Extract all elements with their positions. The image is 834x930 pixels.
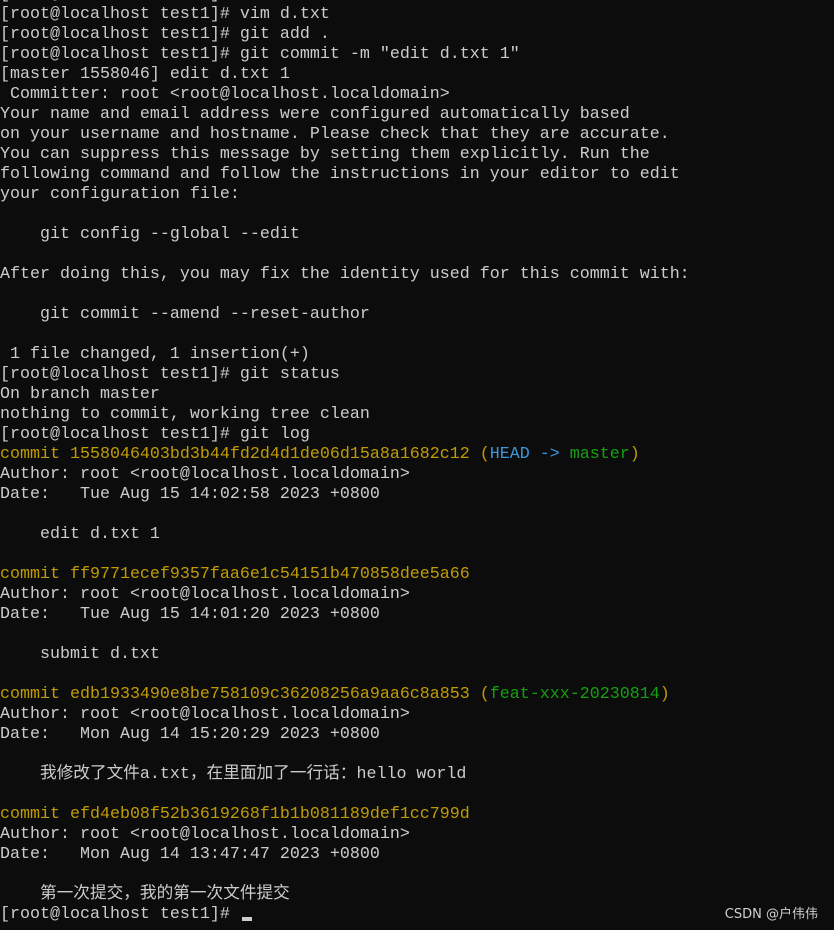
terminal-text: After doing this, you may fix the identi…	[0, 265, 690, 284]
watermark: CSDN @户伟伟	[724, 907, 818, 922]
terminal-line: After doing this, you may fix the identi…	[0, 265, 690, 285]
terminal-text: commit edb1933490e8be758109c36208256a9aa…	[0, 685, 490, 704]
terminal-text: git config --global --edit	[0, 225, 300, 244]
terminal-line: Date: Mon Aug 14 13:47:47 2023 +0800	[0, 845, 690, 865]
terminal-text: Date: Mon Aug 14 15:20:29 2023 +0800	[0, 725, 380, 744]
terminal-text: [root@localhost test1]# vim d.txt	[0, 5, 330, 24]
terminal-line: git config --global --edit	[0, 225, 690, 245]
terminal-line: commit efd4eb08f52b3619268f1b1b081189def…	[0, 805, 690, 825]
terminal-text: [root@localhost test1]# git add .	[0, 25, 330, 44]
terminal-text: [root@localhost test1]#	[0, 905, 240, 924]
terminal-text: 第一次提交，我的第一次文件提交	[0, 885, 290, 904]
terminal-text: nothing to commit, working tree clean	[0, 405, 370, 424]
terminal-line: [root@localhost test1]# git commit -m "e…	[0, 45, 690, 65]
terminal-text: )	[629, 445, 640, 464]
terminal-line: Author: root <root@localhost.localdomain…	[0, 705, 690, 725]
terminal-text: master	[569, 445, 630, 464]
terminal-line: on your username and hostname. Please ch…	[0, 125, 690, 145]
terminal-line: [root@localhost test1]# git log	[0, 425, 690, 445]
terminal-line: your configuration file:	[0, 185, 690, 205]
terminal-line: [root@localhost test1]# git add .	[0, 25, 690, 45]
terminal-line: Author: root <root@localhost.localdomain…	[0, 825, 690, 845]
terminal-text: Date: Tue Aug 15 14:02:58 2023 +0800	[0, 485, 380, 504]
terminal-text: [root@localhost test1]# git status	[0, 365, 340, 384]
terminal-output[interactable]: [root@localhost test1]# [root@localhost …	[0, 0, 690, 925]
terminal-line: 第一次提交，我的第一次文件提交	[0, 885, 690, 905]
terminal-text: [master 1558046] edit d.txt 1	[0, 65, 290, 84]
terminal-line: You can suppress this message by setting…	[0, 145, 690, 165]
terminal-line: [root@localhost test1]# git status	[0, 365, 690, 385]
terminal-line: [root@localhost test1]#	[0, 905, 690, 925]
terminal-line: following command and follow the instruc…	[0, 165, 690, 185]
terminal-text: [root@localhost test1]# git commit -m "e…	[0, 45, 520, 64]
terminal-text: [root@localhost test1]#	[0, 0, 240, 4]
terminal-text: On branch master	[0, 385, 160, 404]
terminal-text: )	[659, 685, 670, 704]
terminal-line: Date: Mon Aug 14 15:20:29 2023 +0800	[0, 725, 690, 745]
terminal-line: On branch master	[0, 385, 690, 405]
terminal-text: submit d.txt	[0, 645, 160, 664]
terminal-text: commit 1558046403bd3b44fd2d4d1de06d15a8a…	[0, 445, 490, 464]
terminal-text: Author: root <root@localhost.localdomain…	[0, 465, 410, 484]
terminal-text: on your username and hostname. Please ch…	[0, 125, 670, 144]
terminal-text: Your name and email address were configu…	[0, 105, 630, 124]
terminal-text: [root@localhost test1]# git log	[0, 425, 310, 444]
terminal-line: commit 1558046403bd3b44fd2d4d1de06d15a8a…	[0, 445, 690, 465]
terminal-text: Author: root <root@localhost.localdomain…	[0, 585, 410, 604]
terminal-text: following command and follow the instruc…	[0, 165, 680, 184]
terminal-text: your configuration file:	[0, 185, 240, 204]
terminal-line: Committer: root <root@localhost.localdom…	[0, 85, 690, 105]
terminal-line: [master 1558046] edit d.txt 1	[0, 65, 690, 85]
terminal-text: edit d.txt 1	[0, 525, 160, 544]
terminal-text: Committer: root <root@localhost.localdom…	[0, 85, 450, 104]
terminal-text: Author: root <root@localhost.localdomain…	[0, 825, 410, 844]
terminal-text: Author: root <root@localhost.localdomain…	[0, 705, 410, 724]
terminal-text: Date: Mon Aug 14 13:47:47 2023 +0800	[0, 845, 380, 864]
terminal-line: commit edb1933490e8be758109c36208256a9aa…	[0, 685, 690, 705]
terminal-line: nothing to commit, working tree clean	[0, 405, 690, 425]
terminal-line: Date: Tue Aug 15 14:02:58 2023 +0800	[0, 485, 690, 505]
terminal-line: Author: root <root@localhost.localdomain…	[0, 585, 690, 605]
terminal-text: commit efd4eb08f52b3619268f1b1b081189def…	[0, 805, 470, 824]
terminal-text: 我修改了文件a.txt，在里面加了一行话：hello world	[0, 765, 467, 784]
terminal-line: 我修改了文件a.txt，在里面加了一行话：hello world	[0, 765, 690, 785]
terminal-text: Date: Tue Aug 15 14:01:20 2023 +0800	[0, 605, 380, 624]
terminal-text: You can suppress this message by setting…	[0, 145, 650, 164]
terminal-text: 1 file changed, 1 insertion(+)	[0, 345, 310, 364]
terminal-text: commit ff9771ecef9357faa6e1c54151b470858…	[0, 565, 470, 584]
cursor	[241, 917, 252, 921]
terminal-line: Your name and email address were configu…	[0, 105, 690, 125]
terminal-text: feat-xxx-20230814	[489, 685, 660, 704]
terminal-line: Author: root <root@localhost.localdomain…	[0, 465, 690, 485]
terminal-line: submit d.txt	[0, 645, 690, 665]
terminal-line: [root@localhost test1]# vim d.txt	[0, 5, 690, 25]
terminal-line: commit ff9771ecef9357faa6e1c54151b470858…	[0, 565, 690, 585]
terminal-line: 1 file changed, 1 insertion(+)	[0, 345, 690, 365]
terminal-text: HEAD ->	[489, 445, 570, 464]
terminal-line: Date: Tue Aug 15 14:01:20 2023 +0800	[0, 605, 690, 625]
terminal-text: git commit --amend --reset-author	[0, 305, 370, 324]
terminal-line: git commit --amend --reset-author	[0, 305, 690, 325]
terminal-line: edit d.txt 1	[0, 525, 690, 545]
